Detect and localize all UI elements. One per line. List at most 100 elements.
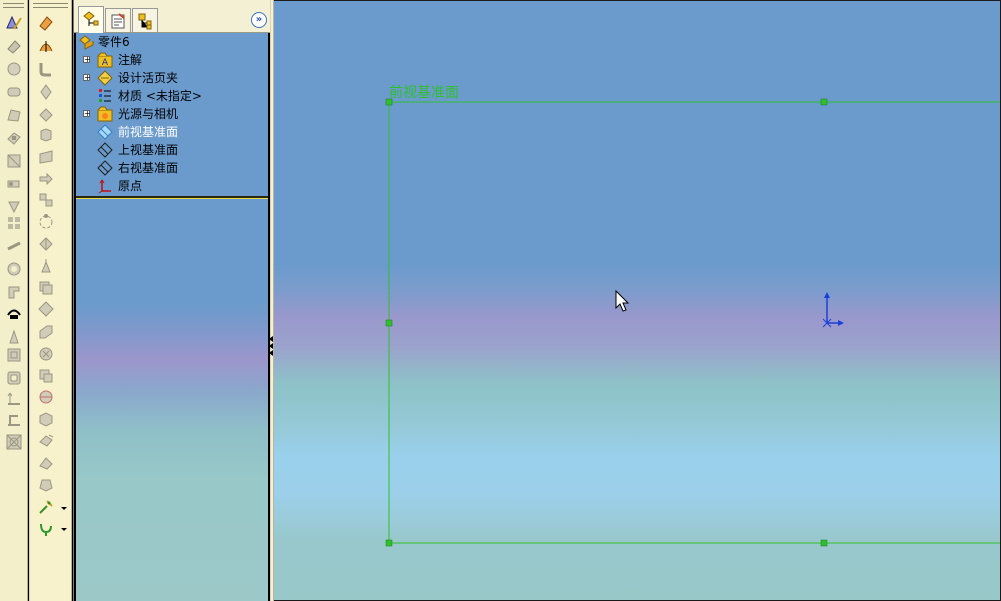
tree-item-label: 上视基准面 [118,143,179,157]
graphics-area[interactable]: 前视基准面 [274,0,1001,601]
loft-icon[interactable] [37,83,55,101]
shell-icon[interactable] [5,260,23,278]
collapse-arrow-icon[interactable] [269,343,273,349]
plane-handle[interactable] [385,539,393,547]
reference-geometry-icon[interactable] [37,498,55,516]
mouse-cursor-icon [615,289,630,312]
wrap-icon[interactable] [5,369,23,387]
annotations-icon: A [97,52,113,68]
collapse-arrow-icon[interactable] [269,350,273,356]
tree-root[interactable]: 零件6 [76,33,266,51]
tree-item-origin[interactable]: 原点 [76,177,266,195]
plane-icon [97,124,113,140]
draft-icon[interactable] [5,283,23,301]
part-icon [79,34,95,50]
tree-item-top-plane[interactable]: 上视基准面 [76,141,266,159]
origin-triad-icon [822,292,844,328]
tree-item-lights-cameras[interactable]: + 光源与相机 [76,105,266,123]
boss-icon[interactable] [37,14,55,32]
surface-icon[interactable] [37,148,55,166]
chamfer-icon[interactable] [5,214,23,232]
knit-icon[interactable] [37,300,55,318]
tree-item-label: 右视基准面 [118,161,179,175]
swept-cut-icon[interactable] [5,175,23,193]
curves-dropdown[interactable] [61,528,67,531]
sketch-icon[interactable] [5,14,23,32]
configuration-manager-tab[interactable] [132,8,158,32]
features-toolbar [29,0,72,601]
property-manager-tab[interactable] [105,8,131,32]
material-icon [97,88,113,104]
tree-item-design-binder[interactable]: + 设计活页夹 [76,69,266,87]
linear-pattern-icon[interactable] [37,191,55,209]
design-binder-icon [97,70,113,86]
tree-root-label: 零件6 [98,35,130,49]
move-face-icon[interactable] [37,257,55,275]
offset-surface-icon[interactable] [37,279,55,297]
thicken-icon[interactable] [37,323,55,341]
expander-icon[interactable]: + [83,110,91,118]
extruded-cut-icon[interactable] [5,129,23,147]
freeform-icon[interactable] [37,454,55,472]
dome-icon[interactable] [5,305,23,323]
cosmetic-thread-icon[interactable] [37,476,55,494]
lights-cameras-icon [97,106,113,122]
tree-item-right-plane[interactable]: 右视基准面 [76,159,266,177]
feature-manager-empty-area [76,199,268,601]
intersection-icon[interactable] [5,433,23,451]
split-line-icon[interactable] [5,411,23,429]
expander-icon[interactable]: + [83,56,91,64]
curve-icon[interactable] [5,328,23,346]
plane-handle[interactable] [385,319,393,327]
rib-icon[interactable] [5,237,23,255]
front-plane-outline[interactable] [274,0,1001,601]
indent-icon[interactable] [37,388,55,406]
part-tree-icon [83,11,99,26]
mirror-icon[interactable] [5,390,23,408]
tree-item-label: 材质 <未指定> [118,89,202,103]
plane-handle[interactable] [820,539,828,547]
flex-icon[interactable] [37,410,55,428]
mirror-feature-icon[interactable] [37,235,55,253]
tree-item-annotations[interactable]: + A 注解 [76,51,266,69]
circular-pattern-icon[interactable] [37,213,55,231]
reference-geometry-dropdown[interactable] [61,507,67,510]
curves-icon[interactable] [37,520,55,538]
origin-icon [97,178,113,194]
extruded-boss-icon[interactable] [5,37,23,55]
sketch-toolbar [0,0,28,601]
scale-icon[interactable] [5,346,23,364]
tree-item-label: 注解 [118,53,143,67]
plane-handle[interactable] [820,98,828,106]
property-manager-icon [111,13,125,29]
tree-item-front-plane[interactable]: 前视基准面 [76,123,266,141]
cut-extrude-icon[interactable] [37,106,55,124]
sweep-icon[interactable] [37,60,55,78]
toolbar-grip[interactable] [33,3,68,8]
solidworks-window: » 零件6 + A 注解 + 设计活页夹 材质 <未指定> + 光源与相机 前视… [0,0,1001,601]
swept-boss-icon[interactable] [5,83,23,101]
arrow-icon[interactable] [37,170,55,188]
tree-item-label: 原点 [118,179,143,193]
delete-face-icon[interactable] [37,345,55,363]
collapse-arrow-icon[interactable] [269,336,273,342]
tree-item-label: 设计活页夹 [118,71,179,85]
toolbar-grip[interactable] [3,3,24,8]
tree-item-material[interactable]: 材质 <未指定> [76,87,266,105]
feature-manager-panel: » 零件6 + A 注解 + 设计活页夹 材质 <未指定> + 光源与相机 前视… [73,0,270,601]
tree-item-label: 光源与相机 [118,107,179,121]
expander-icon[interactable]: + [83,74,91,82]
expand-panel-icon[interactable]: » [251,12,267,28]
plane-icon [97,160,113,176]
configuration-icon [138,13,152,30]
revolved-boss-icon[interactable] [5,60,23,78]
feature-tree-tab[interactable] [78,6,104,33]
revolved-cut-icon[interactable] [5,152,23,170]
plane-icon [97,142,113,158]
deform-icon[interactable] [37,432,55,450]
combine-icon[interactable] [37,367,55,385]
svg-text:A: A [102,58,109,68]
cut-revolve-icon[interactable] [37,126,55,144]
revolve-icon[interactable] [37,37,55,55]
lofted-boss-icon[interactable] [5,106,23,124]
